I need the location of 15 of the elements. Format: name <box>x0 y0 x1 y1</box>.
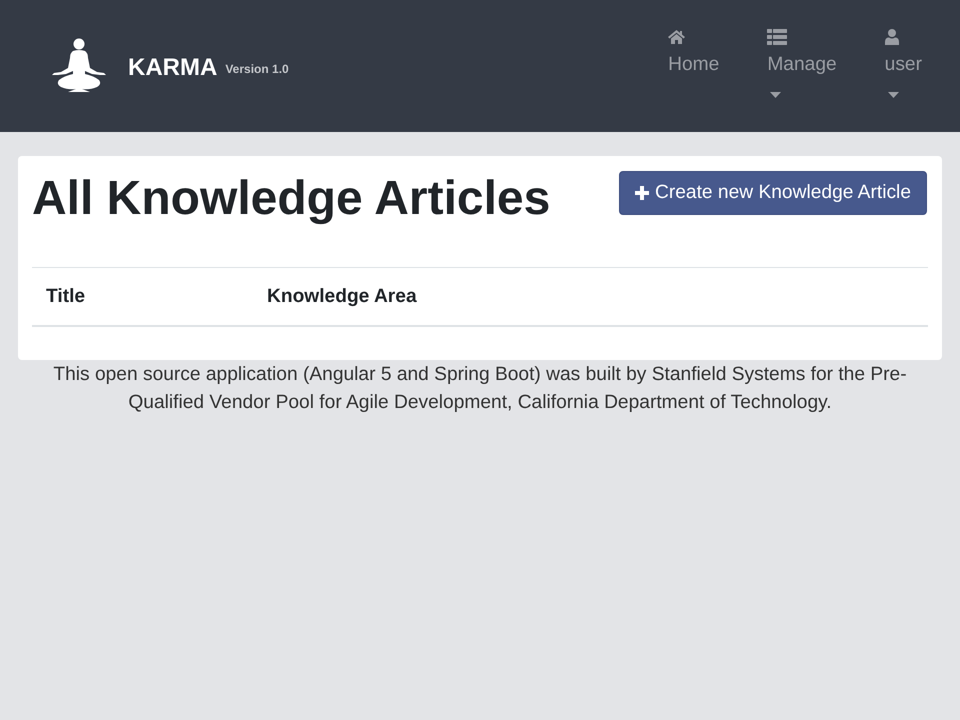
brand-name[interactable]: KARMA <box>128 56 218 80</box>
list-icon <box>767 29 788 45</box>
column-header: Knowledge Area <box>253 267 928 326</box>
footer-text: This open source application (Angular 5 and Spring Boot) was built by Stanfield Systems for the Pre-Qualified Vendor Pool for Agile Development, California Department of Technology. <box>52 362 908 415</box>
nav-link[interactable]: Home <box>668 28 720 98</box>
create-article-button[interactable]: Create new Knowledge Article <box>619 171 927 215</box>
nav-link[interactable]: user <box>884 28 922 98</box>
column-header: Title <box>32 267 253 326</box>
page-title: All Knowledge Articles <box>32 171 550 227</box>
user-icon <box>884 29 899 45</box>
plus-icon <box>635 186 650 200</box>
version-label: Version 1.0 <box>225 62 289 74</box>
home-icon <box>668 30 686 44</box>
meditating-person-icon <box>52 38 106 93</box>
nav-link[interactable]: Manage <box>767 28 837 98</box>
